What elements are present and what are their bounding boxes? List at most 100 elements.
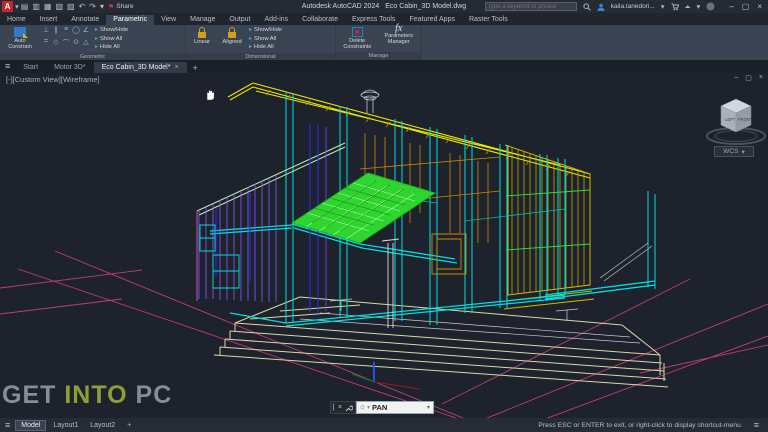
constraint-concentric-icon[interactable]: ◯ — [71, 26, 81, 38]
new-layout-button[interactable]: + — [122, 421, 136, 430]
qat-caret-icon[interactable]: ▾ — [100, 2, 104, 12]
constraint-horizontal-icon[interactable]: ≡ — [61, 26, 71, 38]
autodesk-caret-icon[interactable]: ▾ — [697, 2, 701, 11]
file-tab-eco-cabin[interactable]: Eco Cabin_3D Model* × — [93, 62, 187, 73]
dim-show-hide-button[interactable]: ▸ Show/Hide — [249, 26, 282, 35]
dim-show-all-button[interactable]: ▸ Show All — [249, 35, 282, 44]
eco-cabin-tab-label: Eco Cabin_3D Model* — [101, 64, 171, 71]
eco-cabin-tab-close-icon[interactable]: × — [174, 64, 178, 71]
viewcube[interactable]: LEFT FRONT — [700, 81, 768, 151]
eco-cabin-wireframe-model[interactable] — [0, 73, 768, 418]
save-icon[interactable]: ▦ — [44, 2, 52, 12]
command-input[interactable]: ⊙ ▾ PAN ▾ — [356, 401, 434, 414]
user-avatar-icon[interactable] — [597, 3, 605, 11]
autocad-app-menu-button[interactable]: A — [2, 1, 13, 12]
command-target-icon: ⊙ — [360, 405, 366, 411]
getintopc-watermark: GET INTO PC — [2, 381, 172, 410]
command-line-grip[interactable]: | × — [330, 401, 356, 414]
layout1-tab[interactable]: Layout1 — [48, 421, 83, 430]
file-tab-motor[interactable]: Motor 3D* — [46, 62, 94, 73]
wcs-dropdown-button[interactable]: WCS ▾ — [714, 146, 754, 157]
file-tab-start[interactable]: Start — [15, 62, 46, 73]
tab-manage[interactable]: Manage — [183, 15, 222, 25]
aligned-dimension-button[interactable]: Aligned — [219, 26, 245, 45]
solar-panel[interactable] — [290, 172, 437, 244]
new-drawing-tab-button[interactable]: + — [187, 63, 204, 73]
open-file-icon[interactable]: ▥ — [32, 2, 40, 12]
quick-access-toolbar: ▤ ▥ ▦ ▧ ▨ ↶ ↷ ▾ — [21, 2, 104, 12]
app-menu-caret-icon[interactable]: ▾ — [15, 2, 19, 11]
command-history-caret-icon[interactable]: ▾ — [427, 404, 430, 411]
save-as-icon[interactable]: ▧ — [55, 2, 63, 12]
viewport-controls-label[interactable]: [-][Custom View][Wireframe] — [6, 75, 100, 84]
share-button[interactable]: ⚑ Share — [108, 3, 134, 11]
geo-show-hide-button[interactable]: ▸ Show/Hide — [95, 26, 128, 35]
tab-featured-apps[interactable]: Featured Apps — [402, 15, 462, 25]
parameters-manager-button[interactable]: fx Parameters Manager — [380, 23, 418, 46]
wcs-caret-icon: ▾ — [741, 148, 745, 156]
hide-all-icon: ▸ — [95, 44, 99, 50]
command-grip-icon[interactable]: | — [333, 404, 335, 411]
share-icon: ⚑ — [108, 3, 115, 11]
redo-icon[interactable]: ↷ — [89, 2, 96, 12]
command-line-dock[interactable]: | × ⊙ ▾ PAN ▾ — [330, 401, 434, 414]
tab-collaborate[interactable]: Collaborate — [295, 15, 345, 25]
delete-constraints-button[interactable]: × Delete Constraints — [339, 26, 375, 50]
help-icon[interactable] — [706, 2, 715, 11]
titlebar-right: kaila.tanedori... ▾ ⏶ ▾ – ▢ × — [484, 0, 766, 13]
constraint-symmetric-icon[interactable]: ◇ — [51, 38, 61, 50]
minimize-button[interactable]: – — [729, 2, 733, 11]
user-name[interactable]: kaila.tanedori... — [611, 3, 655, 10]
command-customize-wrench-icon[interactable] — [345, 404, 354, 412]
tab-raster-tools[interactable]: Raster Tools — [462, 15, 515, 25]
geo-show-all-label: Show All — [100, 35, 123, 42]
aligned-lock-icon — [227, 27, 237, 38]
maximize-button[interactable]: ▢ — [742, 2, 750, 11]
tab-output[interactable]: Output — [222, 15, 257, 25]
panel-dimensional: Linear Aligned ▸ Show/Hide ▸ Show All ▸ … — [186, 25, 336, 61]
geo-show-all-button[interactable]: ▸ Show All — [95, 35, 128, 44]
layout2-tab[interactable]: Layout2 — [85, 421, 120, 430]
tab-express-tools[interactable]: Express Tools — [345, 15, 402, 25]
parameters-manager-icon: fx — [395, 23, 403, 34]
watermark-into: INTO — [64, 381, 128, 409]
autodesk-logo-icon[interactable]: ⏶ — [685, 2, 691, 12]
constraint-tangent-icon[interactable]: ⌒ — [61, 38, 71, 50]
command-close-icon[interactable]: × — [338, 404, 342, 411]
layout-menu-icon[interactable]: ≡ — [0, 420, 15, 430]
dim-hide-all-button[interactable]: ▸ Hide All — [249, 43, 282, 52]
auto-constrain-button[interactable]: Auto Constrain — [3, 26, 37, 50]
constraint-coincident-icon[interactable]: ⊙ — [71, 38, 81, 50]
geo-hide-all-button[interactable]: ▸ Hide All — [95, 43, 128, 52]
tab-view[interactable]: View — [154, 15, 183, 25]
constraint-parallel-icon[interactable]: ∥ — [51, 26, 61, 38]
cart-icon[interactable] — [671, 3, 679, 11]
svg-text:FRONT: FRONT — [738, 117, 753, 122]
manage-panel-label[interactable]: Manage — [336, 52, 421, 60]
drawing-canvas[interactable]: [-][Custom View][Wireframe] – ▢ × LEFT F… — [0, 73, 768, 418]
show-all-icon: ▸ — [95, 35, 99, 42]
tab-insert[interactable]: Insert — [33, 15, 65, 25]
constraint-fix-icon[interactable]: △ — [81, 38, 91, 50]
status-customize-icon[interactable]: ≡ — [749, 420, 764, 430]
linear-dimension-button[interactable]: Linear — [189, 26, 215, 45]
close-button[interactable]: × — [757, 2, 762, 11]
model-tab[interactable]: Model — [15, 419, 47, 431]
dim-hide-all-icon: ▸ — [249, 44, 253, 50]
tab-annotate[interactable]: Annotate — [64, 15, 106, 25]
doc-title-text: Eco Cabin_3D Model.dwg — [385, 3, 467, 10]
undo-icon[interactable]: ↶ — [79, 2, 86, 12]
constraint-equal-icon[interactable]: = — [41, 38, 51, 50]
tab-home[interactable]: Home — [0, 15, 33, 25]
search-icon[interactable] — [583, 2, 591, 11]
constraint-angle-icon[interactable]: ∠ — [81, 26, 91, 38]
ribbon-tab-row: Home Insert Annotate Parametric View Man… — [0, 13, 768, 25]
plot-icon[interactable]: ▨ — [67, 2, 75, 12]
tab-parametric[interactable]: Parametric — [106, 15, 155, 25]
constraint-perpendicular-icon[interactable]: ⊥ — [41, 26, 51, 38]
search-input[interactable] — [484, 2, 577, 11]
user-caret-icon[interactable]: ▾ — [661, 2, 665, 11]
new-file-icon[interactable]: ▤ — [21, 2, 29, 12]
tab-addins[interactable]: Add-ins — [257, 15, 295, 25]
file-tab-menu-icon[interactable]: ≡ — [0, 61, 15, 73]
